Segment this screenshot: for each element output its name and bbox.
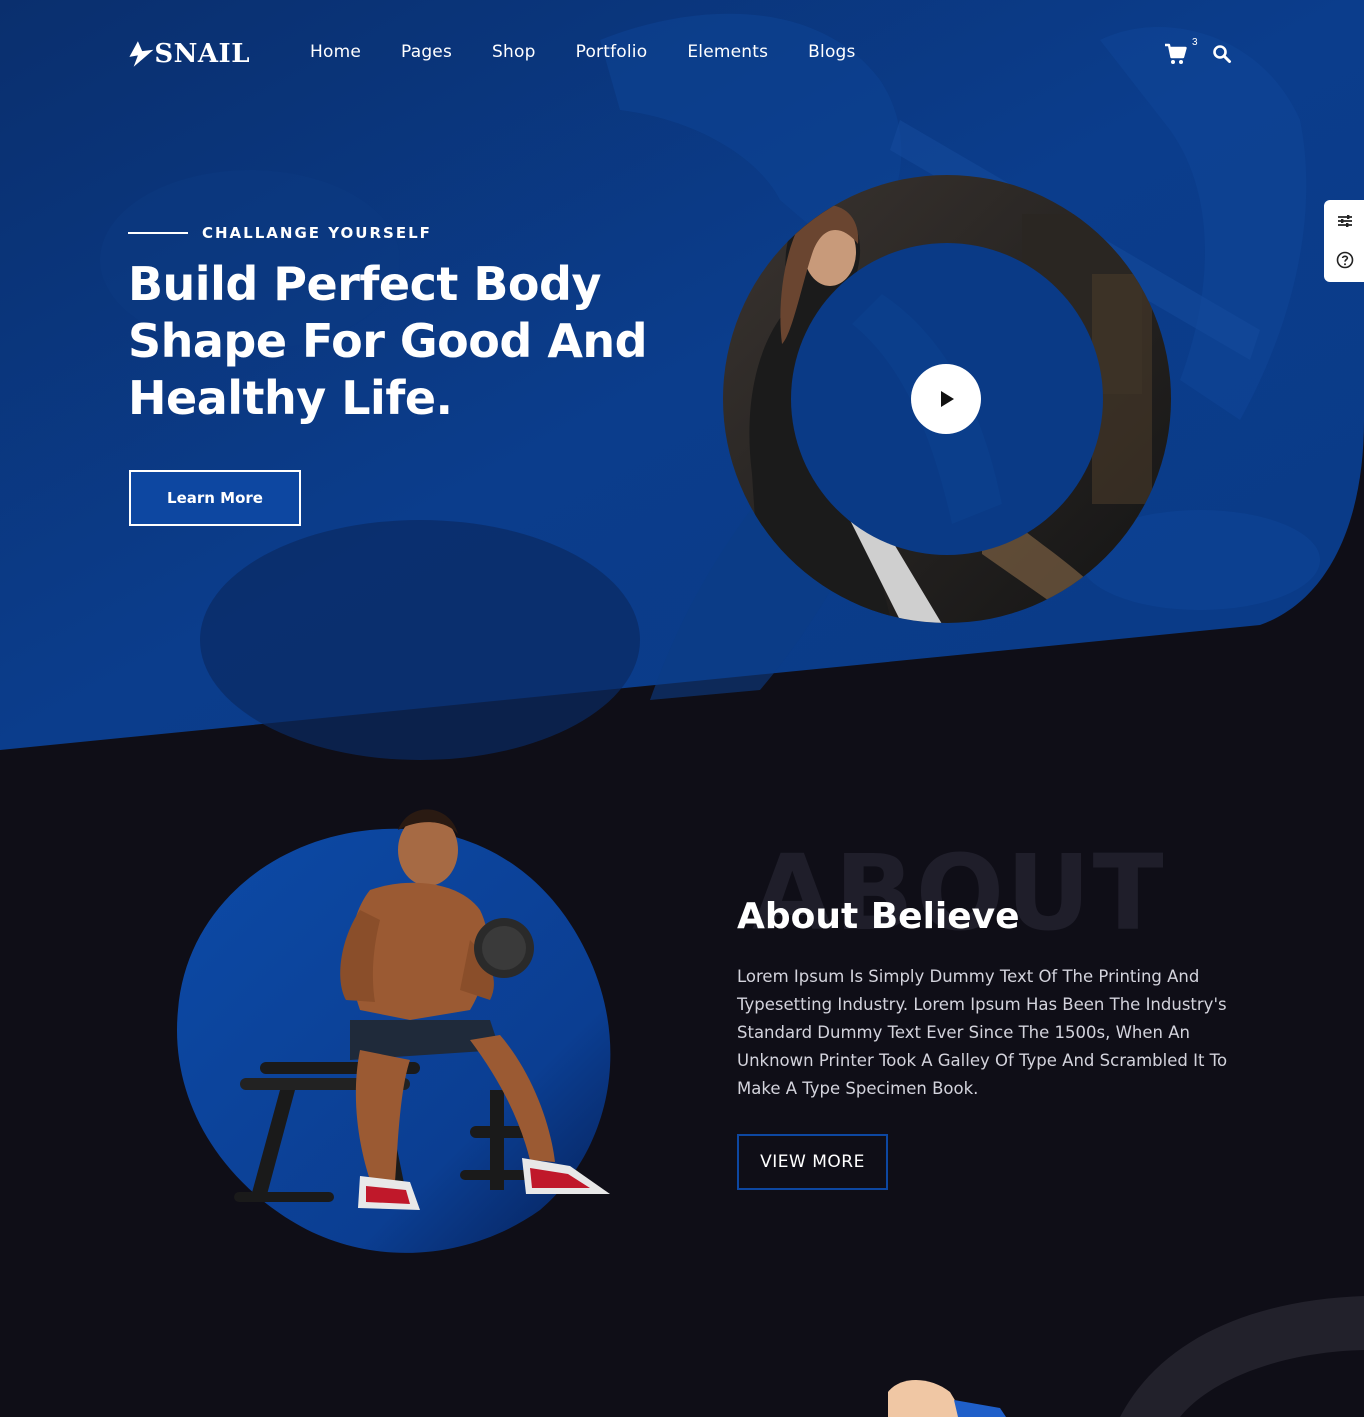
- help-icon[interactable]: [1334, 249, 1356, 271]
- play-video-button[interactable]: [911, 364, 981, 434]
- view-more-button[interactable]: VIEW MORE: [737, 1134, 888, 1190]
- brand-logo[interactable]: SNAIL: [128, 33, 250, 75]
- search-icon[interactable]: [1212, 44, 1232, 64]
- sliders-icon[interactable]: [1334, 210, 1356, 232]
- nav-item-home[interactable]: Home: [310, 42, 361, 62]
- nav-item-blogs[interactable]: Blogs: [808, 42, 855, 62]
- main-menu: Home Pages Shop Portfolio Elements Blogs: [310, 42, 896, 62]
- side-widget: [1324, 200, 1364, 282]
- nav-item-pages[interactable]: Pages: [401, 42, 452, 62]
- cart-icon[interactable]: [1164, 42, 1188, 66]
- brand-name: SNAIL: [154, 39, 250, 69]
- learn-more-button[interactable]: Learn More: [129, 470, 301, 526]
- nav-item-shop[interactable]: Shop: [492, 42, 536, 62]
- nav-item-portfolio[interactable]: Portfolio: [576, 42, 648, 62]
- cart-count-badge: 3: [1192, 37, 1198, 48]
- eyebrow-text: CHALLANGE YOURSELF: [202, 224, 432, 242]
- about-title: About Believe: [737, 896, 1020, 937]
- hero-title: Build Perfect Body Shape For Good And He…: [128, 257, 648, 425]
- about-image: [170, 790, 630, 1270]
- about-paragraph: Lorem Ipsum Is Simply Dummy Text Of The …: [737, 967, 1228, 1098]
- top-navigation: SNAIL Home Pages Shop Portfolio Elements…: [0, 0, 1364, 108]
- logo-icon: [129, 41, 154, 67]
- hero-eyebrow: CHALLANGE YOURSELF: [128, 224, 432, 242]
- eyebrow-line: [128, 232, 188, 234]
- play-icon: [941, 391, 954, 407]
- next-section-decoration: [0, 1280, 1364, 1417]
- nav-item-elements[interactable]: Elements: [687, 42, 768, 62]
